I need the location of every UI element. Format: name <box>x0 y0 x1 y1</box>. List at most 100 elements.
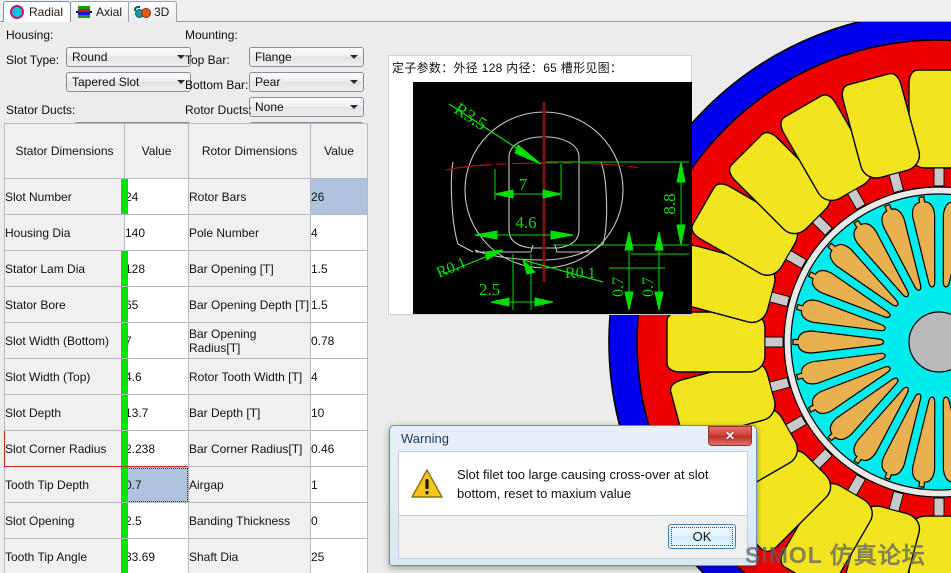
stator-param-value[interactable]: 4.6 <box>121 358 189 395</box>
rotor-dimensions-table[interactable]: Rotor Dimensions Value Rotor Bars 26 Pole … <box>188 123 368 573</box>
slot-diagram-panel: 定子参数：外径 128 内径：65 槽形见图： R3.5 7 4.6 R0.1 … <box>388 55 692 315</box>
slot-type-row: Slot Type: <box>6 50 59 70</box>
table-row[interactable]: Bar Opening [T] 1.5 <box>188 250 368 287</box>
top-bar-label: Top Bar: <box>185 53 230 67</box>
threed-spheres-icon <box>134 5 151 20</box>
rotor-param-value[interactable]: 26 <box>310 178 368 215</box>
table-row[interactable]: Pole Number 4 <box>188 214 368 251</box>
stator-header-value: Value <box>124 123 189 179</box>
table-row[interactable]: Housing Dia 140 <box>4 214 189 251</box>
stator-param-name: Slot Corner Radius <box>4 430 125 467</box>
chevron-down-icon[interactable] <box>346 74 362 90</box>
stator-table-body: Slot Number 24 Housing Dia 140 Stator Lam Di… <box>4 178 189 573</box>
stator-param-value[interactable]: 13.7 <box>121 394 189 431</box>
slot-type-select[interactable]: Tapered Slot <box>66 72 191 92</box>
table-row[interactable]: Banding Thickness 0 <box>188 502 368 539</box>
table-row[interactable]: Bar Corner Radius[T] 0.46 <box>188 430 368 467</box>
mounting-select[interactable]: Flange <box>249 47 364 67</box>
table-row[interactable]: Slot Number 24 <box>4 178 189 215</box>
chevron-down-icon[interactable] <box>346 49 362 65</box>
rotor-ducts-row: Rotor Ducts: <box>185 100 252 120</box>
rotor-param-value[interactable]: 1.5 <box>310 250 368 287</box>
rotor-param-value[interactable]: 4 <box>310 358 368 395</box>
rotor-param-name: Rotor Tooth Width [T] <box>188 358 311 395</box>
close-icon[interactable]: ✕ <box>708 426 752 446</box>
rotor-param-value[interactable]: 1 <box>310 466 368 503</box>
rotor-param-value[interactable]: 10 <box>310 394 368 431</box>
chevron-down-icon[interactable] <box>346 99 362 115</box>
table-row[interactable]: Bar Depth [T] 10 <box>188 394 368 431</box>
rotor-param-name: Bar Depth [T] <box>188 394 311 431</box>
top-bar-value: Pear <box>255 75 281 89</box>
table-row[interactable]: Stator Bore 65 <box>4 286 189 323</box>
table-row[interactable]: Tooth Tip Depth 0.7 <box>4 466 189 503</box>
rotor-param-name: Bar Opening [T] <box>188 250 311 287</box>
stator-param-name: Housing Dia <box>4 214 125 251</box>
table-row[interactable]: Slot Depth 13.7 <box>4 394 189 431</box>
stator-param-value[interactable]: 2.238 <box>121 430 189 467</box>
stator-param-value[interactable]: 7 <box>121 322 189 359</box>
table-row[interactable]: Rotor Bars 26 <box>188 178 368 215</box>
table-row[interactable]: Shaft Dia 25 <box>188 538 368 573</box>
stator-param-name: Stator Bore <box>4 286 125 323</box>
tab-radial-label: Radial <box>29 5 64 19</box>
dialog-footer: OK <box>398 516 748 559</box>
stator-dimensions-table[interactable]: Stator Dimensions Value Slot Number 24 Hou… <box>4 123 189 573</box>
table-row[interactable]: Bar Opening Depth [T] 1.5 <box>188 286 368 323</box>
dialog-title-bar[interactable]: Warning ✕ <box>392 426 754 450</box>
dim-r01-left: R0.1 <box>434 254 469 281</box>
table-row[interactable]: Slot Corner Radius 2.238 <box>4 430 189 467</box>
bottom-bar-select[interactable]: None <box>249 97 364 117</box>
stator-param-value[interactable]: 33.69 <box>121 538 189 573</box>
rotor-param-value[interactable]: 0 <box>310 502 368 539</box>
housing-row: Housing: <box>6 25 53 45</box>
bottom-bar-label: Bottom Bar: <box>185 78 249 92</box>
tab-axial[interactable]: Axial <box>70 1 131 22</box>
table-row[interactable]: Tooth Tip Angle 33.69 <box>4 538 189 573</box>
stator-param-value[interactable]: 24 <box>121 178 189 215</box>
stator-param-name: Slot Width (Top) <box>4 358 125 395</box>
rotor-param-name: Shaft Dia <box>188 538 311 573</box>
stator-param-name: Tooth Tip Angle <box>4 538 125 573</box>
stator-param-name: Slot Depth <box>4 394 125 431</box>
table-row[interactable]: Slot Opening 2.5 <box>4 502 189 539</box>
table-row[interactable]: Slot Width (Top) 4.6 <box>4 358 189 395</box>
stator-param-value[interactable]: 65 <box>121 286 189 323</box>
rotor-param-value[interactable]: 25 <box>310 538 368 573</box>
ok-button[interactable]: OK <box>668 524 736 549</box>
stator-param-value[interactable]: 140 <box>124 214 189 251</box>
dialog-title: Warning <box>401 431 449 446</box>
tab-axial-label: Axial <box>96 5 123 19</box>
rotor-header-value: Value <box>310 123 368 179</box>
rotor-param-value[interactable]: 1.5 <box>310 286 368 323</box>
stator-param-value[interactable]: 0.7 <box>121 466 189 503</box>
stator-ducts-row: Stator Ducts: <box>6 100 75 120</box>
tab-radial[interactable]: Radial <box>3 1 72 22</box>
dialog-body: Slot filet too large causing cross-over … <box>398 451 748 516</box>
table-row[interactable]: Stator Lam Dia 128 <box>4 250 189 287</box>
tab-3d[interactable]: 3D <box>128 1 178 22</box>
dim-tooth-tip-depth-b: 0.7 <box>640 277 657 297</box>
housing-label: Housing: <box>6 28 54 42</box>
rotor-param-value[interactable]: 4 <box>310 214 368 251</box>
rotor-ducts-label: Rotor Ducts: <box>185 103 252 117</box>
slot-diagram-image: R3.5 7 4.6 R0.1 R0.1 2.5 8.8 0.7 0.7 <box>413 82 692 314</box>
rotor-header-name: Rotor Dimensions <box>188 123 311 179</box>
warning-triangle-icon <box>411 469 443 498</box>
stator-param-value[interactable]: 128 <box>121 250 189 287</box>
stator-ducts-label: Stator Ducts: <box>6 103 76 117</box>
warning-dialog[interactable]: Warning ✕ Slot filet too large causing c… <box>389 425 757 566</box>
housing-select[interactable]: Round <box>66 47 191 67</box>
rotor-param-name: Bar Opening Depth [T] <box>188 286 311 323</box>
table-row[interactable]: Slot Width (Bottom) 7 <box>4 322 189 359</box>
mounting-row: Mounting: <box>185 25 238 45</box>
table-row[interactable]: Bar Opening Radius[T] 0.78 <box>188 322 368 359</box>
rotor-param-value[interactable]: 0.78 <box>310 322 368 359</box>
table-row[interactable]: Airgap 1 <box>188 466 368 503</box>
top-bar-select[interactable]: Pear <box>249 72 364 92</box>
stator-param-value[interactable]: 2.5 <box>121 502 189 539</box>
rotor-param-name: Bar Corner Radius[T] <box>188 430 311 467</box>
rotor-param-value[interactable]: 0.46 <box>310 430 368 467</box>
slot-diagram-caption: 定子参数：外径 128 内径：65 槽形见图： <box>392 61 623 75</box>
table-row[interactable]: Rotor Tooth Width [T] 4 <box>188 358 368 395</box>
